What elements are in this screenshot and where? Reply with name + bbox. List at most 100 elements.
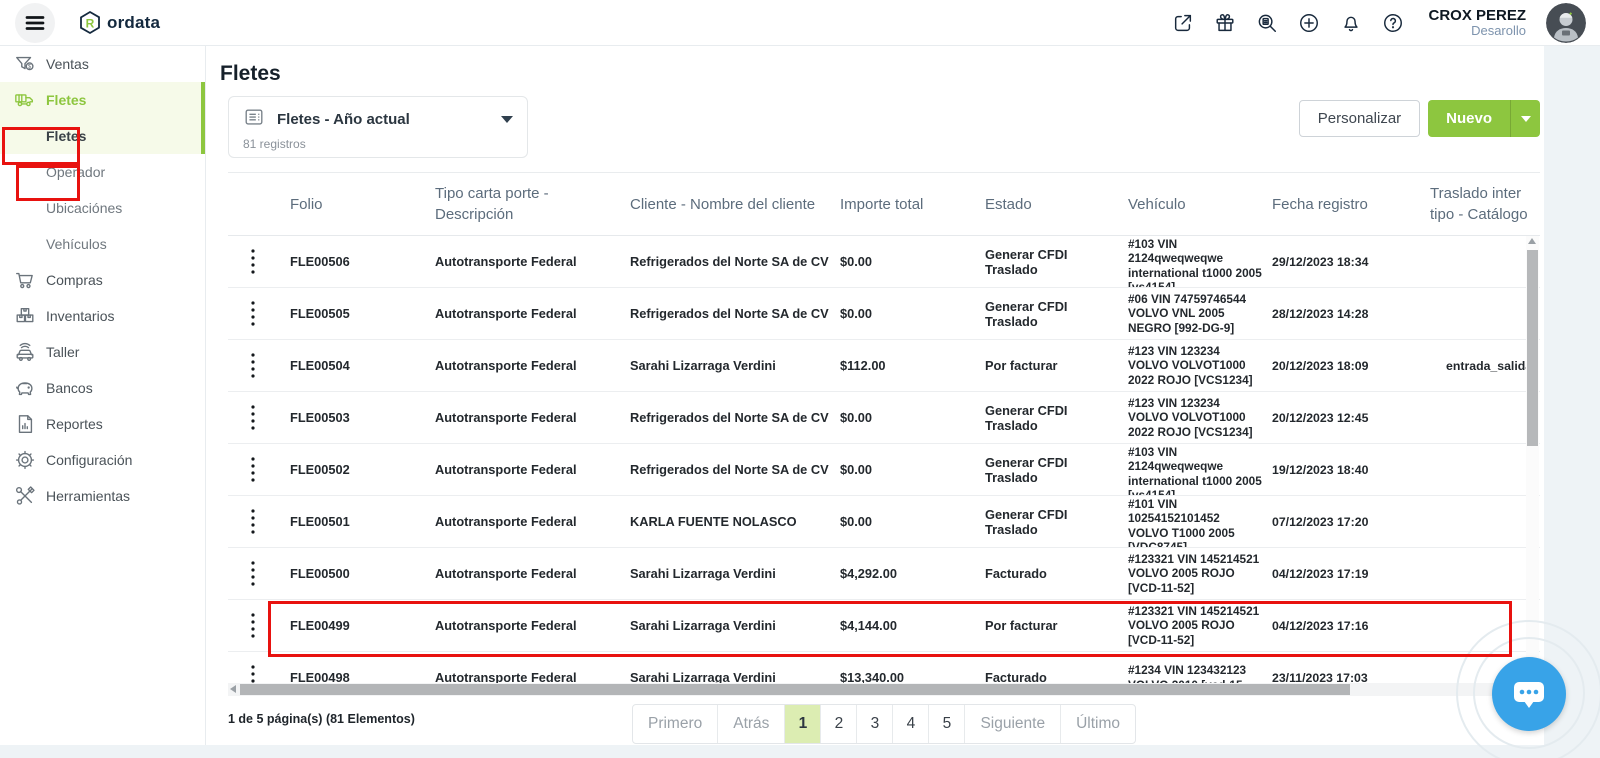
- cell-vehiculo: #123 VIN 123234 VOLVO VOLVOT1000 2022 RO…: [1118, 344, 1262, 388]
- pagination-last[interactable]: Último: [1061, 705, 1135, 743]
- sidebar-item-reportes[interactable]: Reportes: [0, 406, 205, 442]
- sidebar-subitem-operador[interactable]: Operador: [0, 154, 205, 190]
- table-row-highlighted[interactable]: FLE00499 Autotransporte Federal Sarahi L…: [228, 600, 1540, 652]
- table-row[interactable]: FLE00506 Autotransporte Federal Refriger…: [228, 236, 1540, 288]
- user-role: Desarollo: [1428, 24, 1526, 39]
- avatar[interactable]: [1546, 3, 1586, 43]
- pagination-page-3[interactable]: 3: [857, 705, 893, 743]
- cell-vehiculo: #123321 VIN 145214521 VOLVO 2005 ROJO [V…: [1118, 604, 1262, 648]
- user-block[interactable]: CROX PEREZ Desarollo: [1428, 7, 1526, 39]
- scroll-left-arrow-icon[interactable]: [230, 685, 236, 693]
- sidebar-item-label: Taller: [46, 344, 79, 360]
- new-button[interactable]: Nuevo: [1428, 100, 1510, 137]
- row-menu-icon[interactable]: [250, 299, 256, 329]
- hamburger-icon: [23, 11, 47, 35]
- sidebar-item-ventas[interactable]: $ Ventas: [0, 46, 205, 82]
- sidebar-active-section: Fletes Fletes: [0, 82, 205, 154]
- view-selector-dropdown[interactable]: Fletes - Año actual 81 registros: [228, 96, 528, 158]
- horizontal-scrollbar-thumb[interactable]: [240, 684, 1350, 695]
- help-icon[interactable]: [1382, 12, 1404, 34]
- sidebar-subitem-ubicaciones[interactable]: Ubicaciónes: [0, 190, 205, 226]
- cell-importe: $0.00: [830, 462, 975, 477]
- column-header-cliente: Cliente - Nombre del cliente: [620, 194, 830, 215]
- gear-icon: [14, 449, 36, 471]
- main-content: Fletes Fletes - Año actual 81 registros …: [206, 46, 1600, 758]
- sidebar-item-bancos[interactable]: Bancos: [0, 370, 205, 406]
- row-menu-icon[interactable]: [250, 507, 256, 537]
- cell-estado: Generar CFDI Traslado: [975, 299, 1118, 329]
- boxes-icon: [14, 305, 36, 327]
- pagination-page-2[interactable]: 2: [821, 705, 857, 743]
- scroll-up-arrow-icon[interactable]: [1528, 238, 1536, 244]
- pagination: Primero Atrás 1 2 3 4 5 Siguiente Último: [632, 704, 1136, 744]
- toolbar-row: Fletes - Año actual 81 registros Persona…: [216, 96, 1540, 160]
- pagination-previous[interactable]: Atrás: [718, 705, 785, 743]
- row-menu-icon[interactable]: [250, 351, 256, 381]
- sidebar-item-taller[interactable]: Taller: [0, 334, 205, 370]
- row-menu-icon[interactable]: [250, 247, 256, 277]
- cell-vehiculo: #101 VIN 10254152101452 VOLVO T1000 2005…: [1118, 497, 1262, 547]
- cell-estado: Facturado: [975, 566, 1118, 581]
- chat-button[interactable]: [1492, 657, 1566, 731]
- sidebar-item-configuracion[interactable]: Configuración: [0, 442, 205, 478]
- table-row[interactable]: FLE00502 Autotransporte Federal Refriger…: [228, 444, 1540, 496]
- cell-importe: $0.00: [830, 410, 975, 425]
- cell-estado: Generar CFDI Traslado: [975, 247, 1118, 277]
- gift-icon[interactable]: [1214, 12, 1236, 34]
- external-link-icon[interactable]: [1172, 12, 1194, 34]
- app-root: R ordata CROX PEREZ: [0, 0, 1600, 758]
- cell-fecha: 04/12/2023 17:19: [1262, 567, 1420, 581]
- sidebar-subitem-vehiculos[interactable]: Vehículos: [0, 226, 205, 262]
- cell-tipo: Autotransporte Federal: [425, 462, 620, 477]
- hamburger-menu-button[interactable]: [15, 3, 55, 43]
- pagination-next[interactable]: Siguiente: [965, 705, 1061, 743]
- cell-vehiculo: #123 VIN 123234 VOLVO VOLVOT1000 2022 RO…: [1118, 396, 1262, 440]
- cell-tipo: Autotransporte Federal: [425, 410, 620, 425]
- cell-importe: $0.00: [830, 514, 975, 529]
- cell-estado: Generar CFDI Traslado: [975, 507, 1118, 537]
- sidebar-item-label: Ventas: [46, 56, 89, 72]
- search-records-icon[interactable]: [1256, 12, 1278, 34]
- pagination-page-5[interactable]: 5: [929, 705, 965, 743]
- personalize-button[interactable]: Personalizar: [1299, 100, 1420, 137]
- table-row[interactable]: FLE00503 Autotransporte Federal Refriger…: [228, 392, 1540, 444]
- shopping-cart-icon: [14, 269, 36, 291]
- vertical-scrollbar-thumb[interactable]: [1527, 250, 1538, 446]
- sales-funnel-icon: $: [14, 53, 36, 75]
- add-icon[interactable]: [1298, 12, 1320, 34]
- hexagon-logo-icon: R: [77, 10, 103, 36]
- cell-tipo: Autotransporte Federal: [425, 514, 620, 529]
- sidebar-item-label: Inventarios: [46, 308, 114, 324]
- pagination-page-4[interactable]: 4: [893, 705, 929, 743]
- pagination-first[interactable]: Primero: [633, 705, 718, 743]
- cell-estado: Generar CFDI Traslado: [975, 403, 1118, 433]
- list-view-icon: [243, 106, 265, 133]
- sidebar-item-inventarios[interactable]: Inventarios: [0, 298, 205, 334]
- tools-icon: [14, 485, 36, 507]
- notifications-icon[interactable]: [1340, 12, 1362, 34]
- table-row[interactable]: FLE00504 Autotransporte Federal Sarahi L…: [228, 340, 1540, 392]
- pagination-page-1[interactable]: 1: [785, 705, 821, 743]
- cell-traslado: entrada_salida: [1420, 359, 1530, 373]
- cell-folio: FLE00505: [268, 306, 425, 321]
- sidebar-item-fletes[interactable]: Fletes: [0, 82, 205, 118]
- sidebar-item-compras[interactable]: Compras: [0, 262, 205, 298]
- table-row[interactable]: FLE00501 Autotransporte Federal KARLA FU…: [228, 496, 1540, 548]
- cell-tipo: Autotransporte Federal: [425, 254, 620, 269]
- sidebar-item-label: Fletes: [46, 92, 86, 108]
- cell-folio: FLE00502: [268, 462, 425, 477]
- table-row[interactable]: FLE00500 Autotransporte Federal Sarahi L…: [228, 548, 1540, 600]
- row-menu-icon[interactable]: [250, 559, 256, 589]
- row-menu-icon[interactable]: [250, 455, 256, 485]
- horizontal-scrollbar[interactable]: [228, 683, 1540, 696]
- new-button-dropdown[interactable]: [1510, 100, 1540, 137]
- row-menu-icon[interactable]: [250, 403, 256, 433]
- sidebar-item-herramientas[interactable]: Herramientas: [0, 478, 205, 514]
- row-menu-icon[interactable]: [250, 611, 256, 641]
- cell-vehiculo: #123321 VIN 145214521 VOLVO 2005 ROJO [V…: [1118, 552, 1262, 596]
- vertical-scrollbar[interactable]: [1526, 236, 1539, 682]
- cell-importe: $0.00: [830, 254, 975, 269]
- sidebar-subitem-fletes[interactable]: Fletes: [0, 118, 205, 154]
- table-row[interactable]: FLE00505 Autotransporte Federal Refriger…: [228, 288, 1540, 340]
- column-header-tipo: Tipo carta porte - Descripción: [425, 183, 620, 225]
